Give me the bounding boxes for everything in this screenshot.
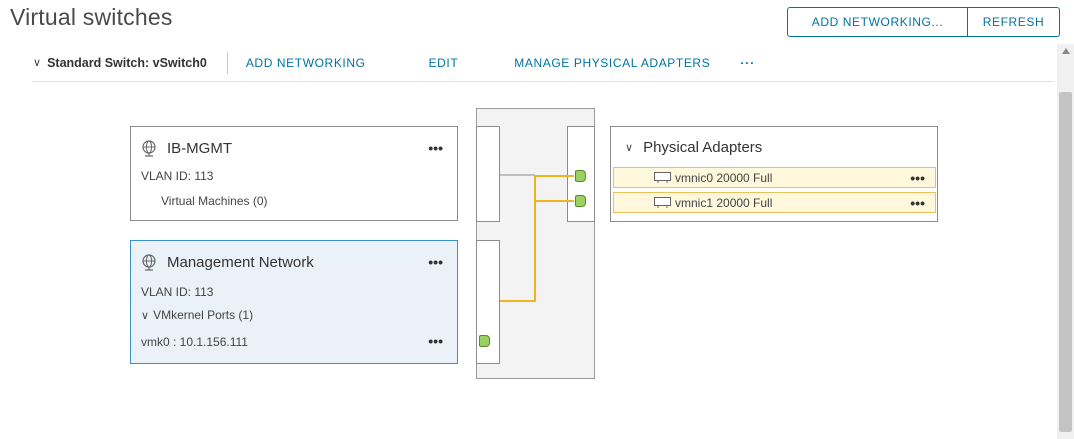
scroll-up-arrow-icon[interactable] [1062,48,1070,54]
vlan-id: VLAN ID: 113 [141,285,214,299]
chevron-down-icon[interactable]: ∨ [141,310,149,322]
adapter-label: vmnic1 20000 Full [675,195,773,210]
virtual-machines-count: Virtual Machines (0) [161,194,268,208]
toolbar: ADD NETWORKING... REFRESH [787,7,1060,37]
port-group-header: IB-MGMT [141,140,232,157]
uplink-port-vmnic0[interactable] [575,170,586,182]
header-divider [226,51,228,74]
vmk-more-icon[interactable]: ••• [428,333,443,349]
physical-adapters-panel: ∨ Physical Adapters vmnic0 20000 Full ••… [610,126,938,222]
chevron-down-icon[interactable]: ∨ [625,141,633,154]
adapter-label: vmnic0 20000 Full [675,170,773,185]
vmkernel-ports-toggle[interactable]: ∨ VMkernel Ports (1) [141,308,253,322]
switch-more-actions-icon[interactable]: ··· [740,56,755,70]
network-globe-icon [142,140,156,157]
adapter-vmnic0[interactable]: vmnic0 20000 Full ••• [613,167,936,188]
adapter-vmnic1[interactable]: vmnic1 20000 Full ••• [613,192,936,213]
nic-adapter-icon [654,172,671,183]
vlan-id: VLAN ID: 113 [141,169,214,183]
manage-physical-adapters-link[interactable]: MANAGE PHYSICAL ADAPTERS [514,56,710,70]
port-group-ib-mgmt[interactable]: IB-MGMT ••• VLAN ID: 113 Virtual Machine… [130,126,458,221]
chevron-down-icon[interactable]: ∨ [33,56,41,69]
vmkernel-ports-label: VMkernel Ports (1) [153,308,254,322]
refresh-button[interactable]: REFRESH [968,7,1060,37]
scrollbar-thumb[interactable] [1059,92,1072,432]
vmkernel-port-vmk0[interactable]: vmk0 : 10.1.156.111 [141,335,248,349]
switch-title: Standard Switch: vSwitch0 [47,55,207,70]
adapter-more-icon[interactable]: ••• [910,170,925,186]
switch-header: ∨ Standard Switch: vSwitch0 ADD NETWORKI… [33,44,1054,82]
physical-adapters-header[interactable]: ∨ Physical Adapters [625,139,762,156]
add-networking-button[interactable]: ADD NETWORKING... [787,7,968,37]
page-title: Virtual switches [10,4,173,30]
vswitch-port-group-pad-ib-mgmt [476,126,500,222]
uplink-port-vmnic1[interactable] [575,195,586,207]
switch-add-networking-link[interactable]: ADD NETWORKING [246,56,366,70]
port-group-name: IB-MGMT [167,140,232,157]
port-group-name: Management Network [167,254,314,271]
port-group-more-icon[interactable]: ••• [428,140,443,156]
port-group-more-icon[interactable]: ••• [428,254,443,270]
nic-adapter-icon [654,197,671,208]
network-globe-icon [142,254,156,271]
physical-adapters-title: Physical Adapters [643,139,763,156]
port-group-management-network[interactable]: Management Network ••• VLAN ID: 113 ∨ VMk… [130,240,458,364]
port-group-header: Management Network [141,254,314,271]
vmk0-port[interactable] [479,335,490,347]
adapter-more-icon[interactable]: ••• [910,195,925,211]
switch-edit-link[interactable]: EDIT [429,56,459,70]
